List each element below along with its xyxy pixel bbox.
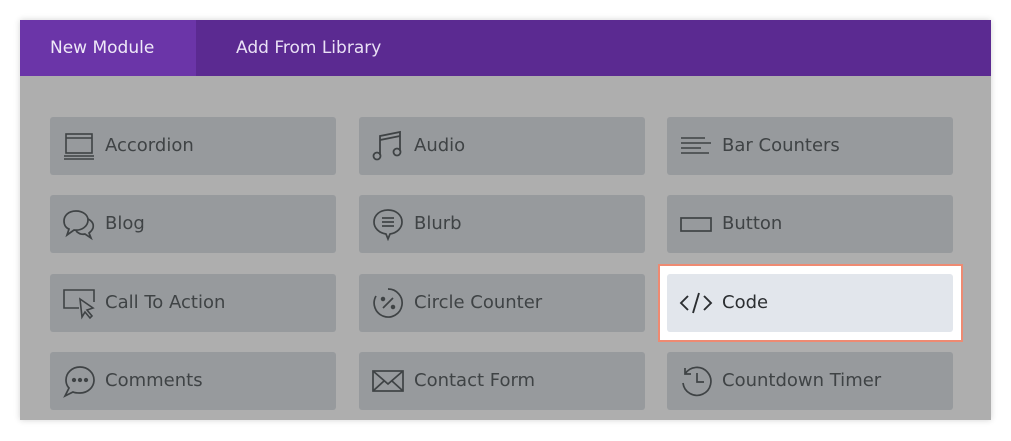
module-label: Countdown Timer <box>722 370 882 391</box>
cursor-screen-icon <box>62 286 96 320</box>
code-brackets-icon <box>679 286 713 320</box>
module-label: Blurb <box>414 213 462 234</box>
accordion-icon <box>62 129 96 163</box>
module-call-to-action[interactable]: Call To Action <box>50 274 336 332</box>
module-comments[interactable]: Comments <box>50 352 336 410</box>
module-label: Contact Form <box>414 370 536 391</box>
module-contact-form[interactable]: Contact Form <box>359 352 645 410</box>
module-blurb[interactable]: Blurb <box>359 195 645 253</box>
module-label: Button <box>722 213 783 234</box>
bar-counters-icon <box>679 129 713 163</box>
tab-bar: New Module Add From Library <box>20 20 991 76</box>
tab-new-module[interactable]: New Module <box>20 20 196 76</box>
module-code[interactable]: Code <box>667 274 953 332</box>
module-accordion[interactable]: Accordion <box>50 117 336 175</box>
module-label: Audio <box>414 135 466 156</box>
history-clock-icon <box>679 364 713 398</box>
tab-add-from-library[interactable]: Add From Library <box>206 20 411 76</box>
comment-bubble-icon <box>62 364 96 398</box>
blurb-bubble-icon <box>371 207 405 241</box>
module-blog[interactable]: Blog <box>50 195 336 253</box>
module-label: Comments <box>105 370 203 391</box>
envelope-icon <box>371 364 405 398</box>
module-label: Code <box>722 292 769 313</box>
button-rectangle-icon <box>679 207 713 241</box>
module-label: Accordion <box>105 135 194 156</box>
module-circle-counter[interactable]: Circle Counter <box>359 274 645 332</box>
module-audio[interactable]: Audio <box>359 117 645 175</box>
circle-percent-icon <box>371 286 405 320</box>
module-button[interactable]: Button <box>667 195 953 253</box>
module-label: Circle Counter <box>414 292 543 313</box>
module-bar-counters[interactable]: Bar Counters <box>667 117 953 175</box>
module-label: Blog <box>105 213 145 234</box>
speech-bubbles-icon <box>62 207 96 241</box>
music-note-icon <box>371 129 405 163</box>
module-countdown-timer[interactable]: Countdown Timer <box>667 352 953 410</box>
module-label: Bar Counters <box>722 135 840 156</box>
module-label: Call To Action <box>105 292 226 313</box>
